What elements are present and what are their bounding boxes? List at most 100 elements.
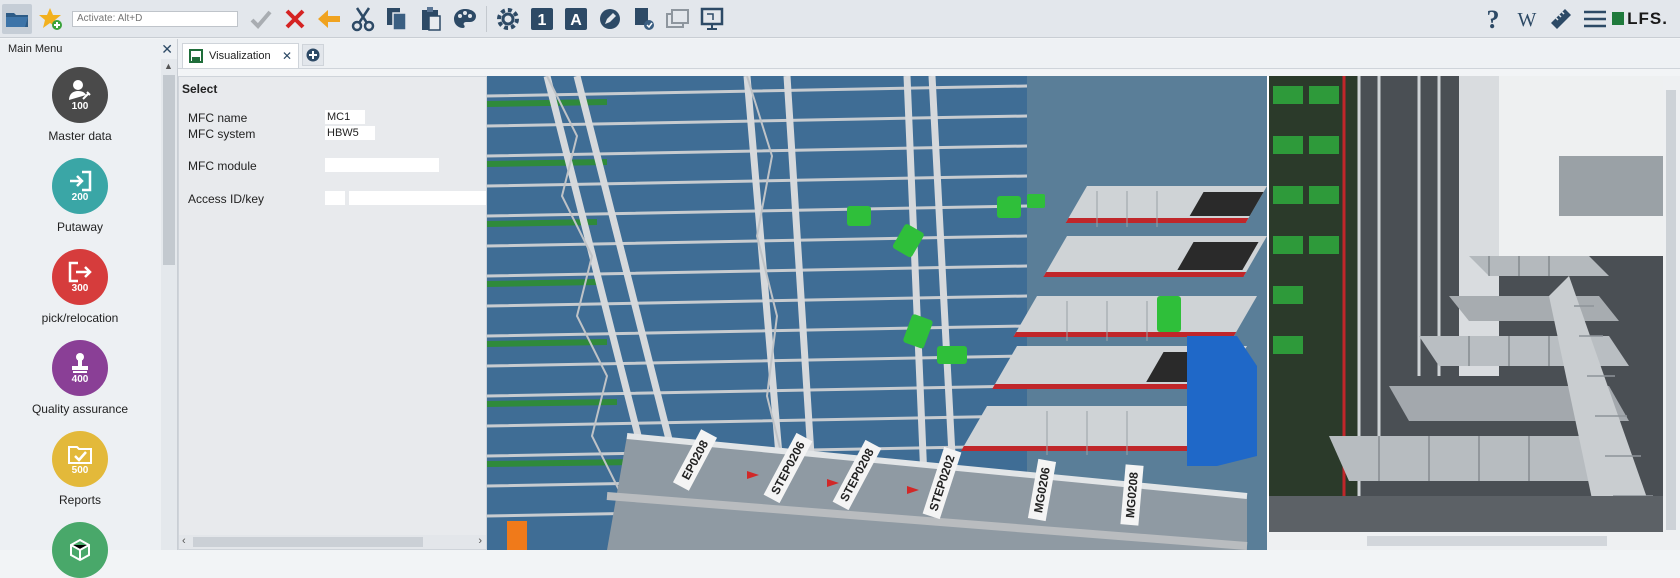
putaway-label: Putaway — [56, 220, 104, 234]
orange-marker — [507, 521, 527, 550]
tab-bar: Visualization ✕ — [178, 39, 1680, 69]
tab-visualization-label: Visualization — [209, 50, 271, 62]
mfc-module-input[interactable] — [325, 158, 439, 172]
camera-tower — [1459, 76, 1499, 376]
camera-scroll-thumb[interactable] — [1367, 536, 1607, 546]
access-id-label: Access ID/key — [188, 192, 265, 206]
ruler-icon[interactable] — [1546, 4, 1576, 34]
toolbar-separator — [486, 5, 487, 32]
mfc-system-input[interactable] — [325, 126, 375, 140]
warehouse-3d-visualization[interactable]: EP0208 STEP0206 STEP0208 STEP0202 MG0206… — [487, 76, 1267, 550]
hamburger-menu-icon[interactable] — [1580, 4, 1610, 34]
camera-view-panel[interactable] — [1267, 76, 1663, 532]
folder-open-icon[interactable] — [2, 3, 32, 34]
logo-mark-icon — [1612, 12, 1625, 25]
putaway-code: 200 — [71, 191, 89, 203]
warehouse-camera-image — [1269, 76, 1663, 532]
logo-text: LFS. — [1627, 8, 1668, 28]
svg-text:A: A — [570, 12, 582, 29]
main-toolbar: 1 A ? W LFS. — [0, 0, 1680, 38]
folder-check-icon — [68, 445, 92, 464]
quality-assurance-code: 400 — [71, 373, 89, 385]
blue-robot — [1187, 336, 1257, 466]
add-tab-button[interactable] — [302, 44, 324, 66]
reports-label: Reports — [58, 493, 102, 507]
svg-text:?: ? — [1487, 6, 1500, 32]
sidebar-scroll-thumb[interactable] — [163, 75, 175, 265]
menu-item-next[interactable] — [0, 522, 160, 578]
svg-text:W: W — [1518, 9, 1537, 31]
menu-item-master-data[interactable]: 100 Master data — [0, 67, 160, 143]
enter-arrow-icon — [70, 170, 92, 191]
master-data-code: 100 — [71, 100, 89, 112]
palette-icon[interactable] — [450, 4, 480, 34]
scroll-left-icon[interactable]: ‹ — [182, 535, 186, 547]
sidebar-header: Main Menu ✕ — [0, 39, 177, 59]
mfc-system-label: MFC system — [188, 127, 256, 141]
document-edit-icon[interactable] — [629, 4, 659, 34]
master-data-label: Master data — [48, 129, 112, 143]
camera-floor-grate — [1269, 496, 1663, 532]
plus-circle-icon — [306, 48, 320, 62]
right-vertical-scrollbar[interactable] — [1663, 76, 1680, 550]
favorites-star-add-icon[interactable] — [36, 4, 66, 34]
form-horizontal-scrollbar[interactable]: ‹ › — [179, 535, 486, 549]
wiki-w-icon[interactable]: W — [1512, 4, 1542, 34]
user-wrench-icon — [69, 79, 91, 100]
pick-relocation-circle: 300 — [52, 249, 108, 305]
number-one-icon[interactable]: 1 — [527, 4, 557, 34]
exit-arrow-icon — [68, 261, 92, 282]
reports-circle: 500 — [52, 431, 108, 487]
help-question-icon[interactable]: ? — [1478, 4, 1508, 34]
back-arrow-icon[interactable] — [314, 4, 344, 34]
menu-item-putaway[interactable]: 200 Putaway — [0, 158, 160, 234]
next-item-circle — [52, 522, 108, 578]
quality-assurance-circle: 400 — [52, 340, 108, 396]
access-key-input[interactable] — [349, 191, 486, 205]
sidebar-scrollbar[interactable]: ▲ — [161, 59, 177, 550]
settings-gear-icon[interactable] — [493, 4, 523, 34]
select-form-panel: Select MFC name MFC system MFC module Ac… — [178, 76, 487, 550]
menu-item-quality-assurance[interactable]: 400 Quality assurance — [0, 340, 160, 416]
menu-item-pick-relocation[interactable]: 300 pick/relocation — [0, 249, 160, 325]
menu-item-reports[interactable]: 500 Reports — [0, 431, 160, 507]
close-tab-icon[interactable]: ✕ — [282, 49, 292, 63]
save-disk-icon — [189, 49, 203, 63]
form-title: Select — [182, 82, 218, 96]
letter-a-icon[interactable]: A — [561, 4, 591, 34]
main-menu-sidebar: Main Menu ✕ ▲ 100 Master data 200 Putawa… — [0, 39, 178, 578]
camera-machine — [1559, 156, 1663, 216]
lfs-logo: LFS. — [1612, 9, 1668, 29]
tab-visualization[interactable]: Visualization ✕ — [182, 43, 299, 68]
mfc-name-label: MFC name — [188, 111, 248, 125]
pick-relocation-label: pick/relocation — [41, 311, 119, 325]
pick-relocation-code: 300 — [71, 282, 89, 294]
close-sidebar-icon[interactable]: ✕ — [161, 41, 173, 58]
scroll-right-icon[interactable]: › — [478, 535, 482, 547]
cancel-x-icon[interactable] — [280, 4, 310, 34]
form-scroll-thumb[interactable] — [193, 537, 423, 547]
paste-clipboard-icon[interactable] — [416, 4, 446, 34]
access-id-input[interactable] — [325, 191, 345, 205]
camera-horizontal-scrollbar[interactable] — [1267, 532, 1663, 550]
cut-scissors-icon[interactable] — [348, 4, 378, 34]
right-scroll-thumb[interactable] — [1666, 90, 1676, 530]
window-cascade-icon[interactable] — [663, 4, 693, 34]
reports-code: 500 — [71, 464, 89, 476]
copy-icon[interactable] — [382, 4, 412, 34]
master-data-circle: 100 — [52, 67, 108, 123]
stamp-icon — [72, 352, 88, 373]
command-input[interactable] — [72, 10, 238, 27]
warehouse-3d-scene: EP0208 STEP0206 STEP0208 STEP0202 MG0206… — [487, 76, 1267, 550]
edit-pen-icon[interactable] — [595, 4, 625, 34]
confirm-check-icon[interactable] — [246, 4, 276, 34]
presentation-screen-icon[interactable] — [697, 4, 727, 34]
scroll-up-icon[interactable]: ▲ — [164, 61, 173, 71]
mfc-module-label: MFC module — [188, 159, 257, 173]
sidebar-title: Main Menu — [8, 43, 63, 55]
svg-text:1: 1 — [538, 12, 547, 29]
mfc-name-input[interactable] — [325, 110, 365, 124]
quality-assurance-label: Quality assurance — [31, 402, 129, 416]
putaway-circle: 200 — [52, 158, 108, 214]
cube-icon — [70, 538, 90, 562]
